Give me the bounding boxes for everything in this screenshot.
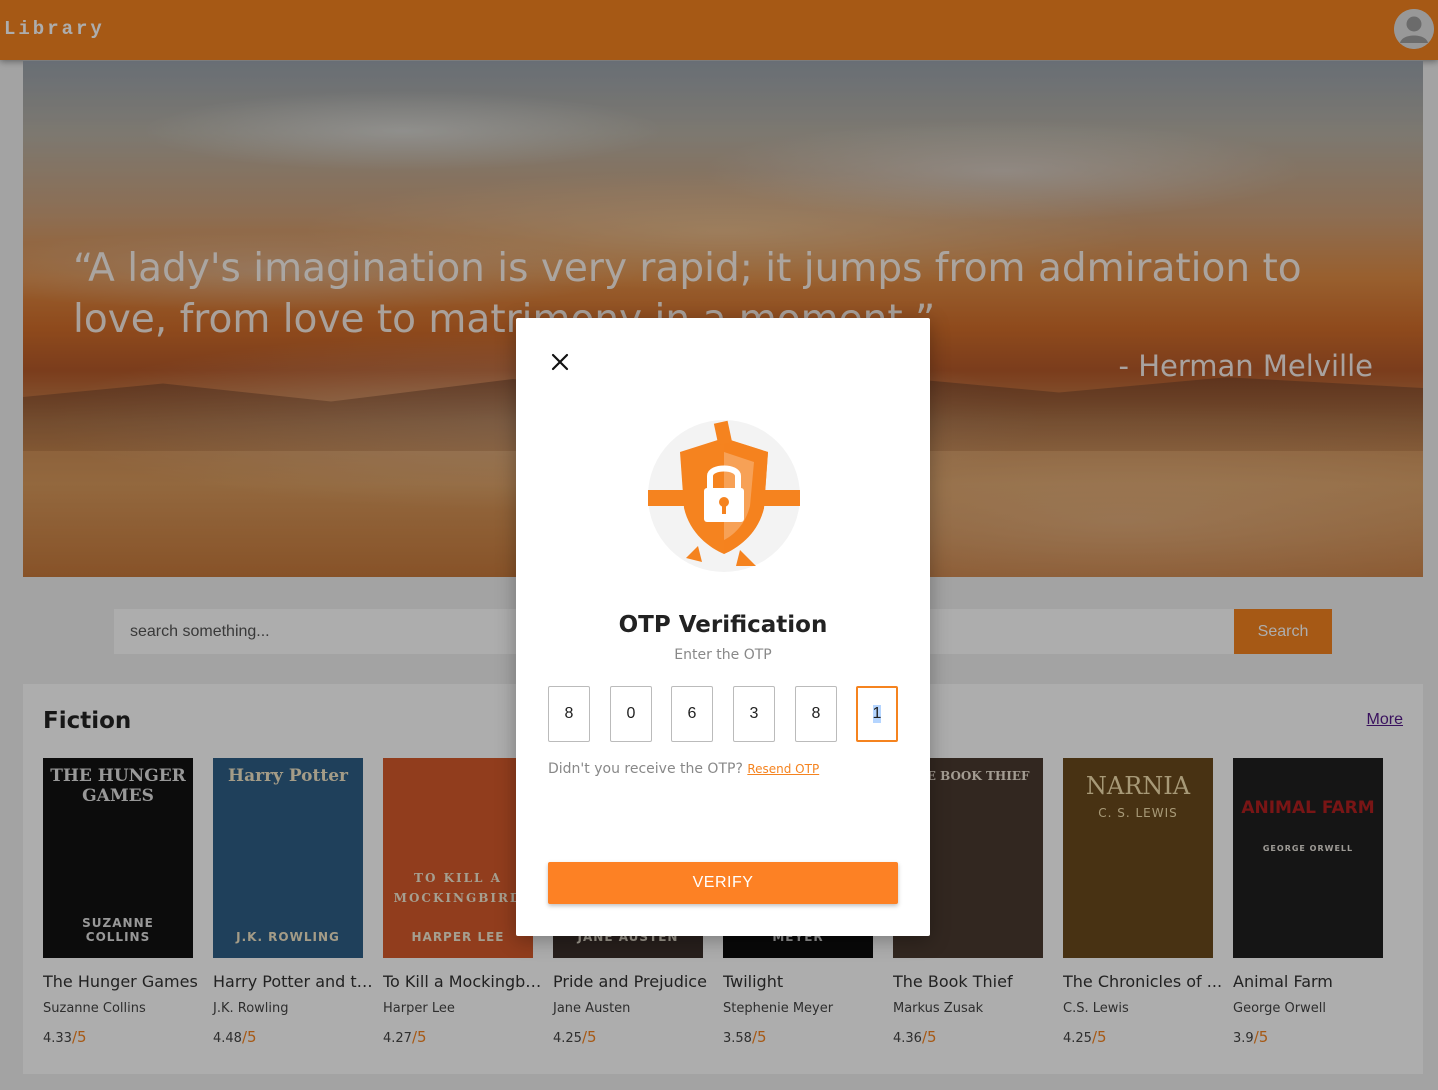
verify-button[interactable]: VERIFY xyxy=(548,862,898,904)
otp-digit-4[interactable] xyxy=(733,686,775,742)
resend-otp-link[interactable]: Resend OTP xyxy=(747,762,819,776)
otp-digit-1[interactable] xyxy=(548,686,590,742)
otp-digit-2[interactable] xyxy=(610,686,652,742)
resend-prompt: Didn't you receive the OTP? Resend OTP xyxy=(548,761,819,777)
otp-digit-5[interactable] xyxy=(795,686,837,742)
modal-subtitle: Enter the OTP xyxy=(674,647,772,663)
otp-input-group xyxy=(548,686,898,742)
resend-prompt-text: Didn't you receive the OTP? xyxy=(548,761,743,777)
modal-title: OTP Verification xyxy=(618,612,828,638)
otp-digit-6[interactable] xyxy=(856,686,898,742)
otp-digit-3[interactable] xyxy=(671,686,713,742)
close-icon[interactable] xyxy=(548,350,572,374)
otp-modal: OTP Verification Enter the OTP Didn't yo… xyxy=(516,318,930,936)
shield-lock-icon xyxy=(646,418,802,574)
